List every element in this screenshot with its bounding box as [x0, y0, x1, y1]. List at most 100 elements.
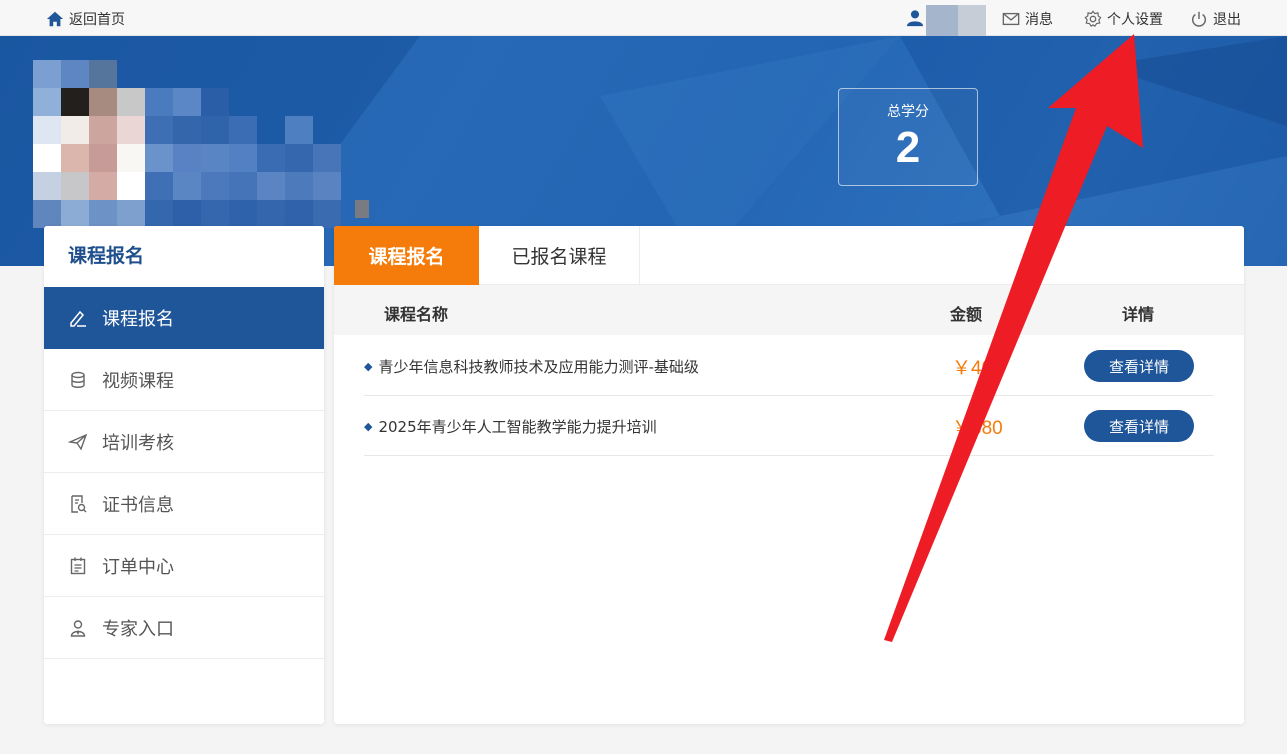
- column-header-course-name: 课程名称: [384, 305, 449, 324]
- avatar-mosaic-cell: [33, 60, 61, 88]
- table-row: ◆ 青少年信息科技教师技术及应用能力测评-基础级 ￥40 查看详情: [364, 336, 1214, 396]
- envelope-icon: [1002, 12, 1020, 26]
- course-name: ◆ 2025年青少年人工智能教学能力提升培训: [364, 416, 657, 437]
- personal-settings-link[interactable]: 个人设置: [1084, 9, 1163, 29]
- avatar-mosaic-cell: [313, 88, 341, 116]
- avatar-mosaic-cell: [341, 60, 369, 88]
- sidebar-item-certificate-info[interactable]: 证书信息: [44, 473, 324, 535]
- avatar-mosaic-cell: [117, 172, 145, 200]
- avatar-mosaic-cell: [89, 172, 117, 200]
- avatar-mosaic-cell: [201, 60, 229, 88]
- sidebar-item-label: 专家入口: [102, 618, 174, 640]
- avatar-mosaic-cell: [117, 144, 145, 172]
- avatar-mosaic-cell: [173, 60, 201, 88]
- avatar-mosaic-cell: [33, 172, 61, 200]
- avatar-mosaic-cell: [257, 172, 285, 200]
- avatar-mosaic-cell: [61, 172, 89, 200]
- avatar-mosaic-cell: [229, 88, 257, 116]
- gear-icon: [1084, 10, 1102, 28]
- course-price: ￥40: [952, 358, 993, 379]
- avatar-mosaic-cell: [285, 200, 313, 228]
- course-panel: 课程报名 已报名课程 课程名称 金额 详情 ◆ 青少年信息科技教师技术及应用能力…: [334, 226, 1244, 724]
- avatar-mosaic-cell: [201, 144, 229, 172]
- paper-plane-icon: [68, 433, 88, 451]
- avatar-mosaic-cell: [201, 116, 229, 144]
- avatar-mosaic-cell: [89, 144, 117, 172]
- avatar-mosaic-cell: [61, 88, 89, 116]
- logout-link[interactable]: 退出: [1190, 9, 1241, 29]
- avatar-mosaic-cell: [257, 88, 285, 116]
- column-header-price: 金额: [950, 305, 983, 324]
- pen-icon: [70, 310, 86, 327]
- avatar-mosaic-cell: [117, 200, 145, 228]
- sidebar-item-label: 培训考核: [102, 432, 174, 454]
- avatar-mosaic-cell: [33, 116, 61, 144]
- avatar-mosaic-cell: [341, 144, 369, 172]
- database-icon: [71, 371, 85, 388]
- avatar-mosaic-cell: [61, 116, 89, 144]
- avatar-mosaic-cell: [313, 144, 341, 172]
- sidebar-item-label: 证书信息: [102, 494, 174, 516]
- avatar-mosaic-cell: [201, 172, 229, 200]
- avatar-mosaic-cell: [145, 200, 173, 228]
- course-name-text: 2025年青少年人工智能教学能力提升培训: [378, 418, 657, 436]
- diamond-bullet-icon: ◆: [364, 360, 373, 373]
- avatar-mosaic-cell: [313, 116, 341, 144]
- total-credits-box: 总学分 2: [838, 88, 978, 186]
- view-details-button[interactable]: 查看详情: [1084, 350, 1194, 382]
- sidebar-item-expert-entrance[interactable]: 专家入口: [44, 597, 324, 659]
- sidebar-item-course-enrollment[interactable]: 课程报名: [44, 287, 324, 349]
- column-header-detail: 详情: [1122, 305, 1155, 324]
- tab-course-enrollment[interactable]: 课程报名: [334, 226, 479, 285]
- avatar-mosaic-cell: [229, 172, 257, 200]
- avatar-mosaic-cell: [145, 88, 173, 116]
- document-search-icon: [71, 494, 87, 513]
- user-name-redacted: [926, 5, 986, 36]
- total-credits-label: 总学分: [887, 104, 929, 120]
- course-price: ￥380: [952, 418, 1003, 439]
- sidebar-item-video-courses[interactable]: 视频课程: [44, 349, 324, 411]
- avatar-mosaic-cell: [229, 116, 257, 144]
- avatar-mosaic-cell: [201, 200, 229, 228]
- avatar-mosaic-cell: [341, 172, 369, 200]
- course-name: ◆ 青少年信息科技教师技术及应用能力测评-基础级: [364, 356, 699, 377]
- total-credits-value: 2: [895, 123, 921, 172]
- power-icon: [1191, 11, 1207, 27]
- top-bar: 返回首页 消息 个人设置 退出: [0, 0, 1287, 36]
- avatar-mosaic-cell: [33, 144, 61, 172]
- home-link[interactable]: 返回首页: [46, 9, 125, 29]
- avatar-mosaic-cell: [201, 88, 229, 116]
- sidebar-item-label: 课程报名: [102, 308, 174, 330]
- avatar-mosaic-cell: [117, 116, 145, 144]
- view-details-button[interactable]: 查看详情: [1084, 410, 1194, 442]
- avatar-mosaic-cell: [145, 172, 173, 200]
- sidebar-item-label: 订单中心: [102, 556, 174, 578]
- avatar-mosaic-cell: [145, 116, 173, 144]
- avatar-mosaic-cell: [89, 116, 117, 144]
- avatar: [33, 60, 383, 228]
- logout-label: 退出: [1213, 12, 1241, 28]
- sidebar-item-label: 视频课程: [102, 370, 174, 392]
- sidebar-item-order-center[interactable]: 订单中心: [44, 535, 324, 597]
- avatar-mosaic-cell: [61, 200, 89, 228]
- messages-link[interactable]: 消息: [1002, 9, 1053, 29]
- avatar-mosaic-cell: [33, 200, 61, 228]
- messages-label: 消息: [1025, 12, 1053, 28]
- avatar-mosaic-cell: [285, 60, 313, 88]
- expert-icon: [70, 619, 86, 637]
- sidebar: 课程报名 课程报名 视频课程 培训考核 证书信息 订单中心 专家入口: [44, 226, 324, 724]
- avatar-mosaic-cell: [89, 60, 117, 88]
- course-tabs: 课程报名 已报名课程: [334, 226, 1244, 285]
- tab-enrolled-courses[interactable]: 已报名课程: [479, 226, 640, 285]
- avatar-mosaic-cell: [229, 200, 257, 228]
- avatar-mosaic-cell: [117, 88, 145, 116]
- avatar-mosaic-cell: [89, 88, 117, 116]
- sidebar-item-training-assessment[interactable]: 培训考核: [44, 411, 324, 473]
- calendar-list-icon: [70, 557, 86, 574]
- avatar-mosaic-cell: [173, 116, 201, 144]
- course-name-text: 青少年信息科技教师技术及应用能力测评-基础级: [378, 358, 699, 376]
- avatar-mosaic-cell: [313, 200, 341, 228]
- avatar-mosaic-cell: [257, 60, 285, 88]
- personal-settings-label: 个人设置: [1107, 12, 1163, 28]
- avatar-mosaic-cell: [145, 60, 173, 88]
